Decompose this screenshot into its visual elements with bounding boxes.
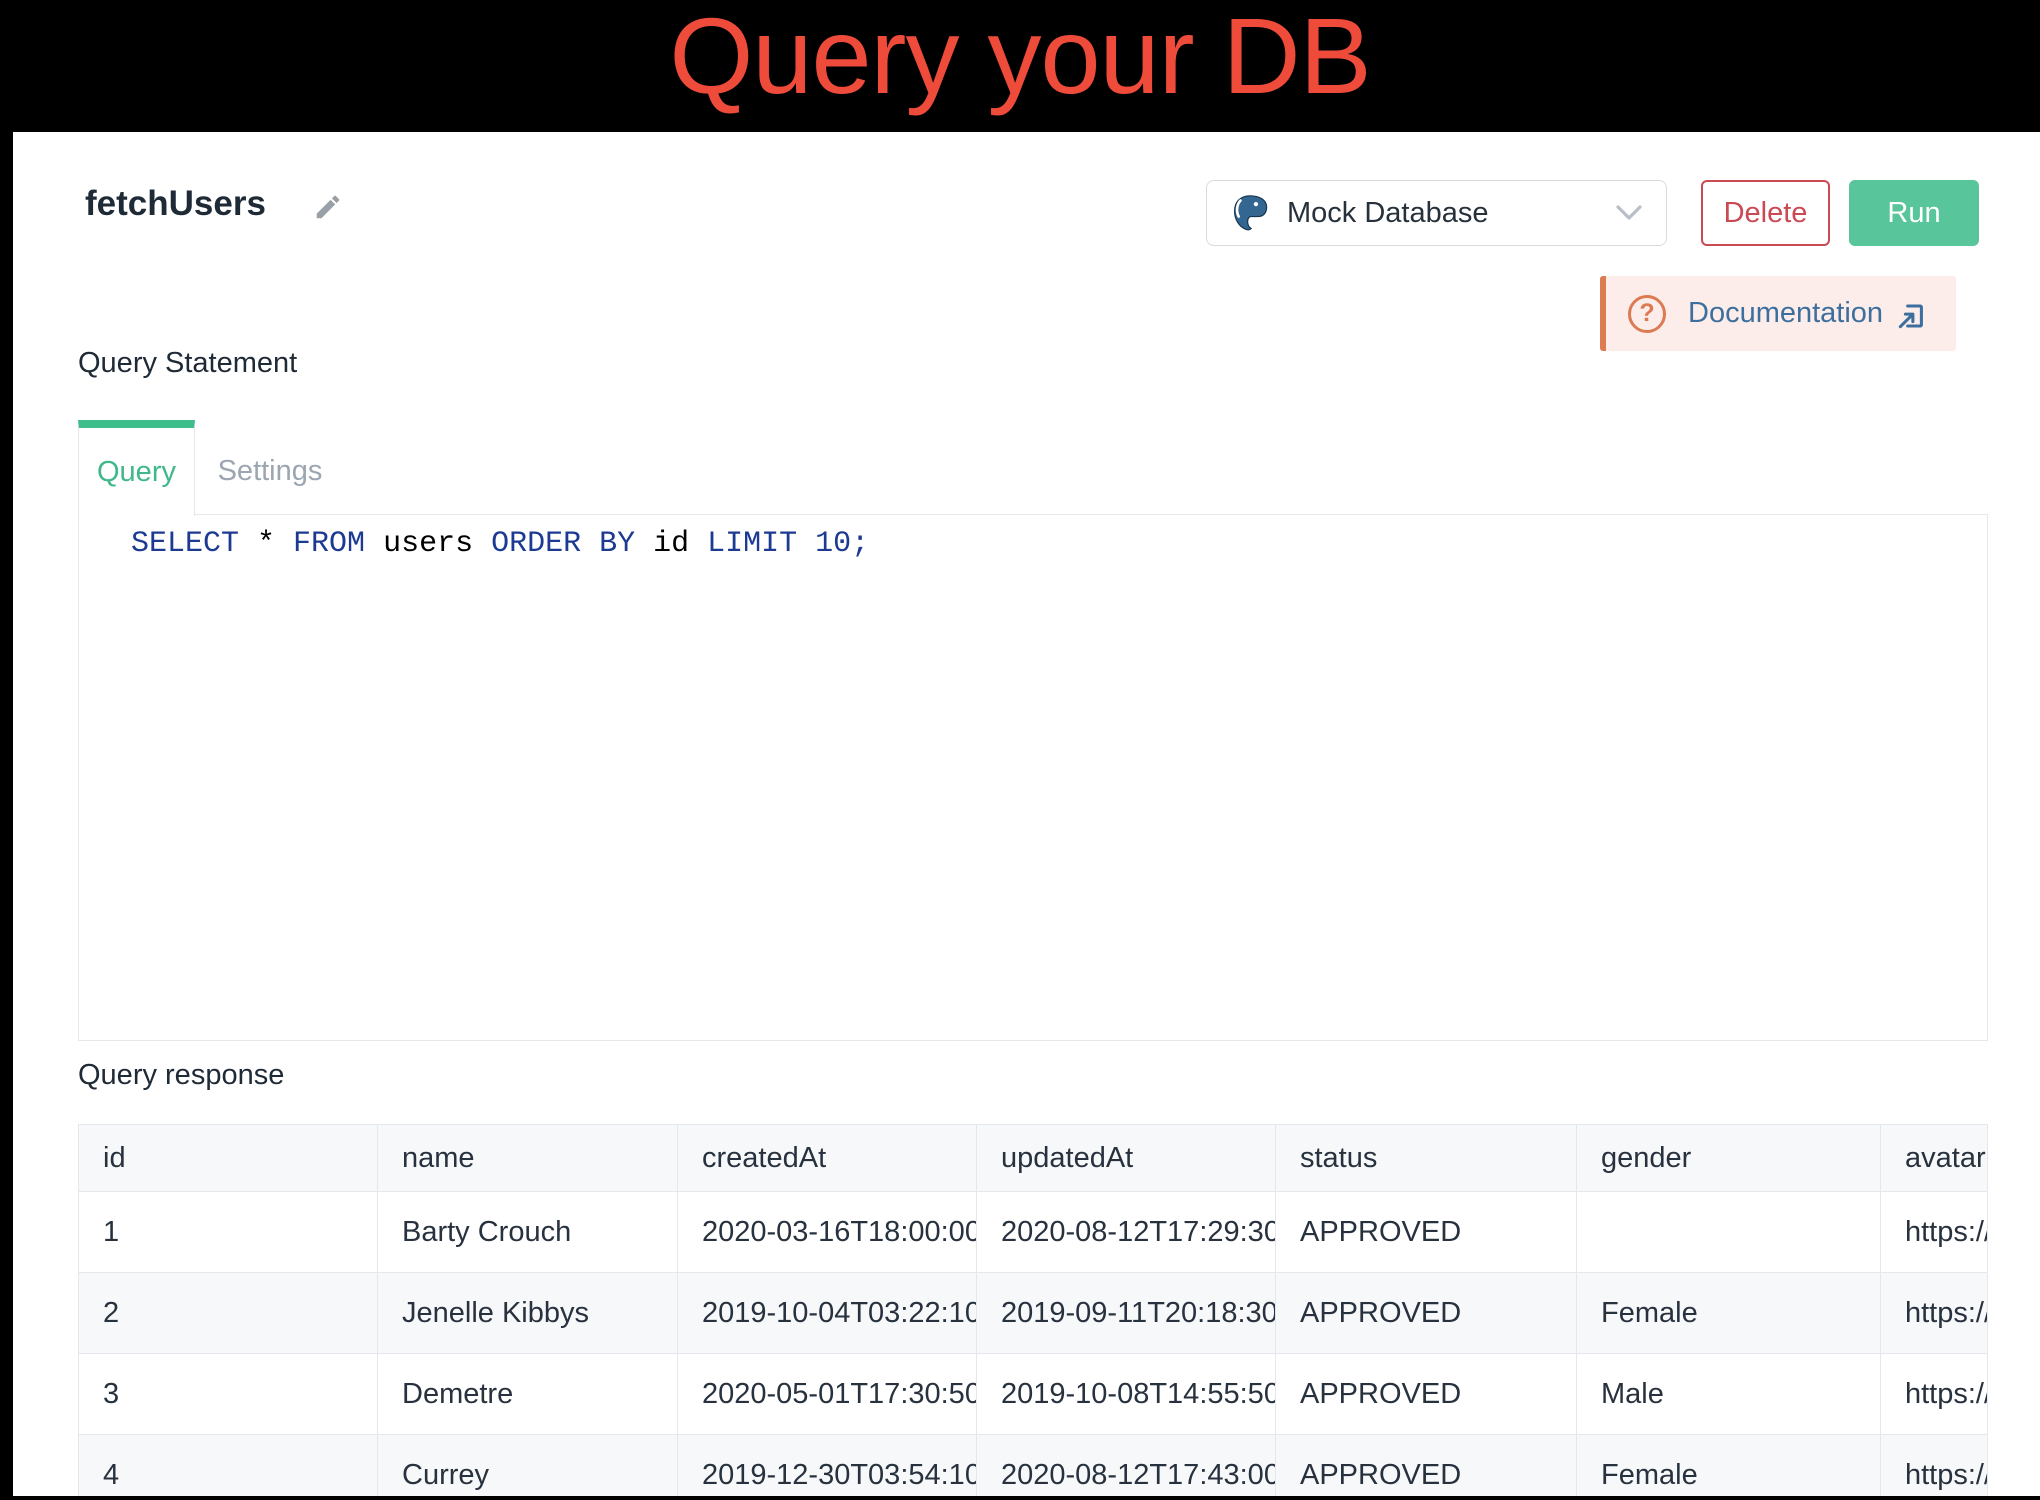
table-cell xyxy=(1577,1192,1881,1272)
query-statement-label: Query Statement xyxy=(78,346,297,380)
open-docs-icon xyxy=(1895,300,1927,332)
table-cell: Demetre xyxy=(378,1354,678,1434)
table-cell: APPROVED xyxy=(1276,1273,1577,1353)
documentation-link[interactable]: ? Documentation xyxy=(1600,276,1956,351)
table-cell: 2020-05-01T17:30:50 xyxy=(678,1354,977,1434)
tab-settings[interactable]: Settings xyxy=(195,428,345,514)
app-panel: fetchUsers Mock Database Delete Run ? Do… xyxy=(13,132,2040,1496)
sql-statement: SELECT * FROM users ORDER BY id LIMIT 10… xyxy=(131,527,869,561)
query-name: fetchUsers xyxy=(85,182,266,226)
table-cell: Barty Crouch xyxy=(378,1192,678,1272)
edit-query-name-icon[interactable] xyxy=(313,192,343,222)
sql-token: SELECT xyxy=(131,527,239,561)
sql-token: * xyxy=(239,527,293,561)
table-cell: 2020-03-16T18:00:00 xyxy=(678,1192,977,1272)
documentation-label: Documentation xyxy=(1688,297,1883,330)
table-row: 1Barty Crouch2020-03-16T18:00:002020-08-… xyxy=(79,1191,1987,1272)
delete-button[interactable]: Delete xyxy=(1701,180,1830,246)
chevron-down-icon xyxy=(1616,205,1642,221)
column-header: createdAt xyxy=(678,1125,977,1191)
table-cell: 2 xyxy=(79,1273,378,1353)
datasource-select[interactable]: Mock Database xyxy=(1206,180,1667,246)
sql-token xyxy=(797,527,815,561)
table-cell: https:// xyxy=(1881,1354,1987,1434)
table-cell: APPROVED xyxy=(1276,1435,1577,1496)
sql-editor[interactable]: SELECT * FROM users ORDER BY id LIMIT 10… xyxy=(78,514,1988,1041)
table-cell: 1 xyxy=(79,1192,378,1272)
table-cell: 2019-12-30T03:54:10 xyxy=(678,1435,977,1496)
tab-query[interactable]: Query xyxy=(78,420,195,516)
table-cell: Jenelle Kibbys xyxy=(378,1273,678,1353)
table-cell: Currey xyxy=(378,1435,678,1496)
response-table: id name createdAt updatedAt status gende… xyxy=(78,1124,1988,1496)
table-cell: 2019-10-04T03:22:10 xyxy=(678,1273,977,1353)
table-row: 2Jenelle Kibbys2019-10-04T03:22:102019-0… xyxy=(79,1272,1987,1353)
table-cell: https:// xyxy=(1881,1435,1987,1496)
column-header: status xyxy=(1276,1125,1577,1191)
query-response-label: Query response xyxy=(78,1058,284,1092)
table-cell: 3 xyxy=(79,1354,378,1434)
table-header-row: id name createdAt updatedAt status gende… xyxy=(79,1125,1987,1191)
column-header: updatedAt xyxy=(977,1125,1276,1191)
sql-token: FROM xyxy=(293,527,365,561)
datasource-selected-value: Mock Database xyxy=(1287,197,1616,230)
postgresql-icon xyxy=(1231,193,1269,233)
column-header: avatar xyxy=(1881,1125,1987,1191)
table-cell: 4 xyxy=(79,1435,378,1496)
column-header: name xyxy=(378,1125,678,1191)
help-icon: ? xyxy=(1628,295,1666,333)
table-cell: APPROVED xyxy=(1276,1354,1577,1434)
sql-token: users xyxy=(365,527,491,561)
table-cell: 2019-09-11T20:18:30 xyxy=(977,1273,1276,1353)
sql-token: LIMIT xyxy=(707,527,797,561)
sql-token: 10; xyxy=(815,527,869,561)
table-cell: 2019-10-08T14:55:50 xyxy=(977,1354,1276,1434)
table-cell: Female xyxy=(1577,1273,1881,1353)
table-cell: 2020-08-12T17:29:30 xyxy=(977,1192,1276,1272)
table-cell: https:// xyxy=(1881,1192,1987,1272)
run-button[interactable]: Run xyxy=(1849,180,1979,246)
table-cell: Male xyxy=(1577,1354,1881,1434)
sql-token: ORDER BY xyxy=(491,527,635,561)
table-cell: Female xyxy=(1577,1435,1881,1496)
table-cell: https:// xyxy=(1881,1273,1987,1353)
table-row: 3Demetre2020-05-01T17:30:502019-10-08T14… xyxy=(79,1353,1987,1434)
column-header: id xyxy=(79,1125,378,1191)
table-cell: 2020-08-12T17:43:00 xyxy=(977,1435,1276,1496)
page-title: Query your DB xyxy=(0,0,2040,126)
table-cell: APPROVED xyxy=(1276,1192,1577,1272)
table-row: 4Currey2019-12-30T03:54:102020-08-12T17:… xyxy=(79,1434,1987,1496)
column-header: gender xyxy=(1577,1125,1881,1191)
sql-token: id xyxy=(635,527,707,561)
